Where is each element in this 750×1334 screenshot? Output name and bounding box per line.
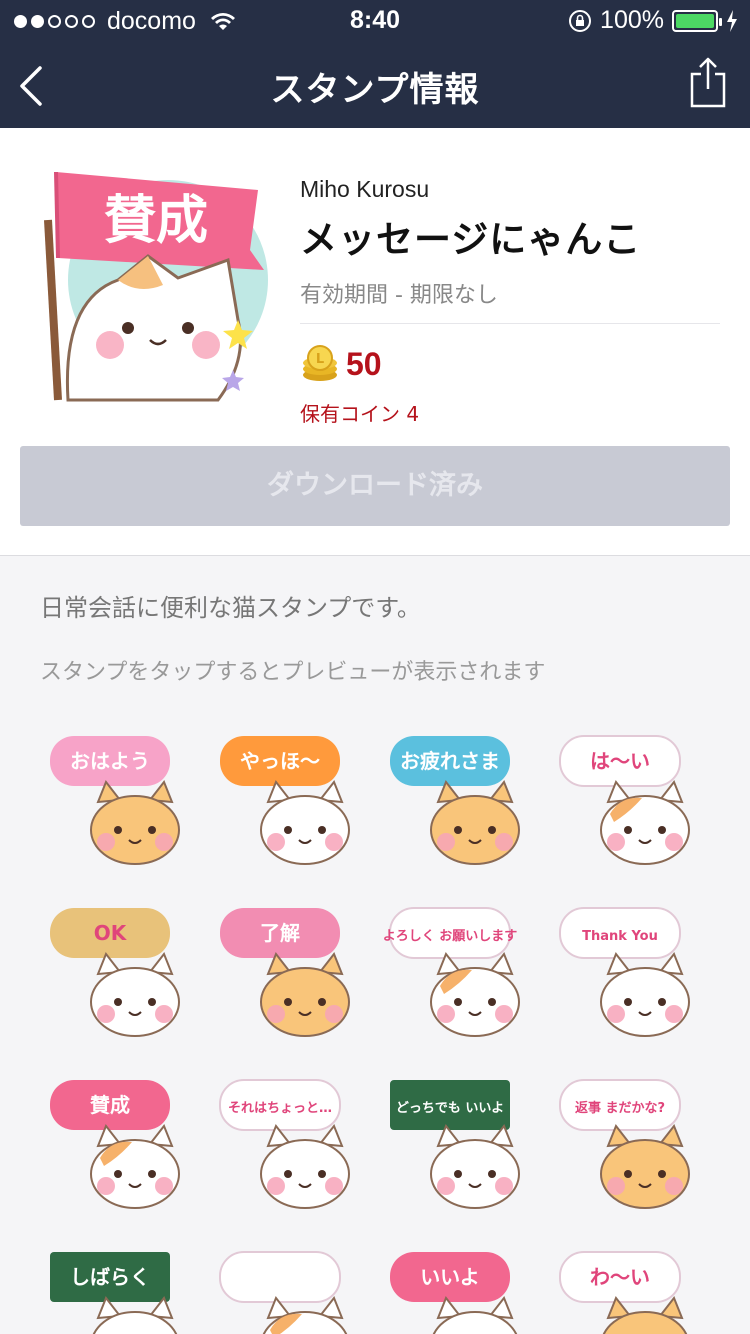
sticker-text: は〜い <box>590 749 650 773</box>
status-bar: docomo 8:40 100% <box>0 0 750 40</box>
sticker-text: よろしく お願いします <box>383 929 518 944</box>
nav-title: スタンプ情報 <box>270 70 480 110</box>
nav-bar: スタンプ情報 <box>0 40 750 128</box>
sticker-text: OK <box>94 921 128 945</box>
sticker-item[interactable]: は〜い <box>550 730 710 870</box>
sticker-text: それはちょっと… <box>228 1101 332 1116</box>
main-sticker-image: 賛成 <box>44 171 268 402</box>
rotation-lock-icon <box>569 9 592 32</box>
download-button[interactable]: ダウンロード済み <box>20 446 730 526</box>
sticker-text: 了解 <box>260 921 300 945</box>
sticker-text: しばらく <box>70 1265 150 1289</box>
sticker-item[interactable]: 賛成 <box>40 1074 200 1214</box>
sticker-item[interactable] <box>210 1246 370 1334</box>
battery-icon <box>672 9 722 32</box>
main-sticker-text: 賛成 <box>104 191 208 251</box>
package-author[interactable]: Miho Kurosu <box>300 176 720 203</box>
sticker-item[interactable]: Thank You <box>550 902 710 1042</box>
sticker-item[interactable]: やっほ〜 <box>210 730 370 870</box>
sticker-item[interactable]: わ〜い <box>550 1246 710 1334</box>
sticker-item[interactable]: 返事 まだかな? <box>550 1074 710 1214</box>
package-validity: 有効期間 - 期限なし <box>300 277 720 324</box>
sticker-item[interactable]: どっちでも いいよ <box>380 1074 540 1214</box>
sticker-item[interactable]: よろしく お願いします <box>380 902 540 1042</box>
sticker-item[interactable]: いいよ <box>380 1246 540 1334</box>
sticker-text: やっほ〜 <box>240 749 320 773</box>
sticker-text: 返事 まだかな? <box>575 1100 665 1116</box>
sticker-item[interactable]: それはちょっと… <box>210 1074 370 1214</box>
top-bar: docomo 8:40 100% スタンプ情報 <box>0 0 750 128</box>
sticker-item[interactable]: おはよう <box>40 730 200 870</box>
package-price: 50 <box>346 345 382 382</box>
sticker-item[interactable]: お疲れさま <box>380 730 540 870</box>
sticker-item[interactable]: しばらく <box>40 1246 200 1334</box>
svg-text:L: L <box>316 352 324 367</box>
sticker-text: わ〜い <box>590 1265 650 1289</box>
price-row: L 50 <box>300 344 720 384</box>
status-right: 100% <box>568 6 738 35</box>
sticker-text: Thank You <box>582 929 658 944</box>
sticker-text: お疲れさま <box>400 749 500 773</box>
package-card: 賛成 Miho Kurosu メッセージにゃんこ 有効期間 - 期限なし L 5… <box>0 128 750 556</box>
sticker-item[interactable]: 了解 <box>210 902 370 1042</box>
sticker-text: おはよう <box>70 749 150 773</box>
package-description: 日常会話に便利な猫スタンプです。 <box>40 594 421 622</box>
owned-coins: 保有コイン 4 <box>300 402 420 426</box>
sticker-text: どっちでも いいよ <box>396 1101 504 1116</box>
package-title: メッセージにゃんこ <box>300 218 642 261</box>
charging-bolt-icon <box>727 9 737 32</box>
share-icon[interactable] <box>688 56 728 108</box>
package-meta: Miho Kurosu メッセージにゃんこ 有効期間 - 期限なし L 50 保… <box>300 176 720 427</box>
preview-hint: スタンプをタップするとプレビューが表示されます <box>40 660 546 685</box>
battery-percent: 100% <box>600 6 664 34</box>
sticker-item[interactable]: OK <box>40 902 200 1042</box>
coin-icon: L <box>303 345 337 381</box>
sticker-text: 賛成 <box>90 1093 130 1117</box>
sticker-text: いいよ <box>420 1265 480 1289</box>
